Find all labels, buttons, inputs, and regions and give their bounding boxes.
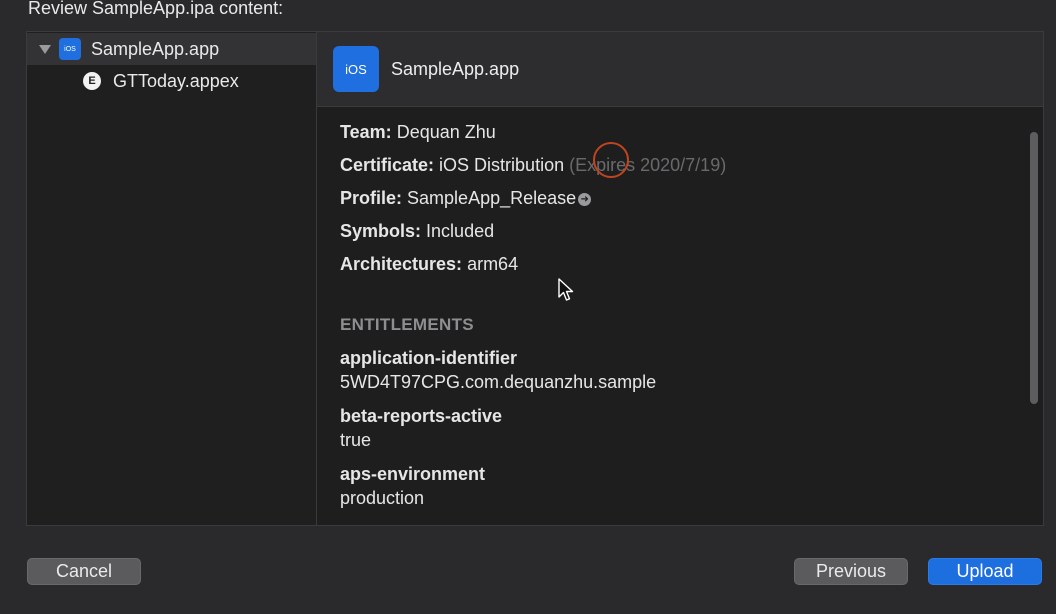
entitlements-header: ENTITLEMENTS bbox=[340, 315, 474, 334]
extension-icon: E bbox=[83, 72, 101, 90]
entitlement-key: beta-reports-active bbox=[340, 406, 503, 426]
entitlement-item: application-identifier 5WD4T97CPG.com.de… bbox=[340, 348, 656, 393]
entitlement-value: production bbox=[340, 488, 425, 508]
profile-label: Profile: bbox=[340, 188, 403, 208]
symbols-row: Symbols: Included bbox=[340, 221, 1000, 254]
profile-value: SampleApp_Release bbox=[407, 188, 577, 208]
dialog-title: Review SampleApp.ipa content: bbox=[28, 0, 284, 18]
architectures-row: Architectures: arm64 bbox=[340, 254, 1000, 287]
team-value: Dequan Zhu bbox=[396, 122, 496, 142]
profile-row: Profile: SampleApp_Release ➜ bbox=[340, 188, 1000, 221]
symbols-label: Symbols: bbox=[340, 221, 422, 241]
upload-button[interactable]: Upload bbox=[928, 558, 1042, 585]
click-highlight-ring bbox=[593, 142, 629, 178]
sidebar-item-label: SampleApp.app bbox=[91, 38, 220, 59]
sidebar-item-gttoday[interactable]: E GTToday.appex bbox=[27, 65, 316, 97]
entitlement-value: 5WD4T97CPG.com.dequanzhu.sample bbox=[340, 372, 657, 392]
symbols-value: Included bbox=[426, 221, 495, 241]
detail-header: iOS SampleApp.app bbox=[317, 32, 1043, 107]
entitlement-item: beta-reports-active true bbox=[340, 406, 502, 451]
review-window: Review SampleApp.ipa content: iOS Sample… bbox=[0, 0, 1056, 614]
signing-info: Team: Dequan Zhu Certificate: iOS Distri… bbox=[340, 122, 1000, 287]
entitlement-item: aps-environment production bbox=[340, 464, 485, 509]
cancel-button[interactable]: Cancel bbox=[27, 558, 141, 585]
disclosure-triangle-icon[interactable] bbox=[39, 44, 51, 54]
entitlement-key: application-identifier bbox=[340, 348, 518, 368]
detail-scrollbar[interactable] bbox=[1030, 132, 1038, 404]
architectures-value: arm64 bbox=[467, 254, 519, 274]
content-panel: iOS SampleApp.app E GTToday.appex iOS Sa… bbox=[26, 31, 1044, 526]
bundle-sidebar: iOS SampleApp.app E GTToday.appex bbox=[27, 32, 317, 525]
detail-pane: iOS SampleApp.app Team: Dequan Zhu Certi… bbox=[317, 32, 1043, 525]
architectures-label: Architectures: bbox=[340, 254, 463, 274]
detail-title: SampleApp.app bbox=[391, 58, 520, 79]
entitlement-value: true bbox=[340, 430, 372, 450]
previous-button[interactable]: Previous bbox=[794, 558, 908, 585]
certificate-label: Certificate: bbox=[340, 155, 435, 175]
ios-app-icon: iOS bbox=[59, 38, 81, 60]
team-row: Team: Dequan Zhu bbox=[340, 122, 1000, 155]
entitlement-key: aps-environment bbox=[340, 464, 486, 484]
sidebar-item-sampleapp[interactable]: iOS SampleApp.app bbox=[27, 33, 316, 65]
certificate-row: Certificate: iOS Distribution (Expires 2… bbox=[340, 155, 1000, 188]
ios-app-icon: iOS bbox=[333, 46, 379, 92]
team-label: Team: bbox=[340, 122, 392, 142]
sidebar-item-label: GTToday.appex bbox=[113, 70, 239, 91]
mouse-cursor-icon bbox=[558, 278, 574, 301]
certificate-value: iOS Distribution bbox=[439, 155, 565, 175]
arrow-right-circle-icon[interactable]: ➜ bbox=[578, 193, 592, 206]
